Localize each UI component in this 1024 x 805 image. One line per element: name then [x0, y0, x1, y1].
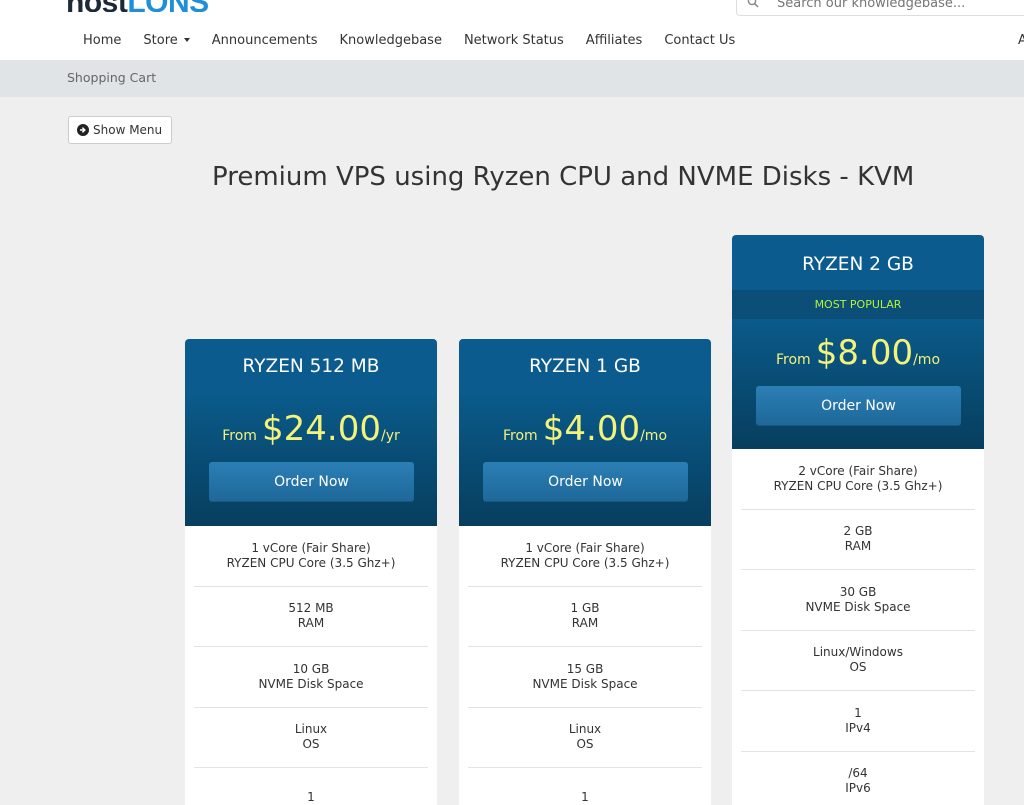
breadcrumb-bar: Shopping Cart — [0, 60, 1024, 97]
feature-disk: 15 GB NVME Disk Space — [468, 647, 702, 708]
show-menu-button[interactable]: Show Menu — [68, 116, 172, 144]
feature-cpu: 2 vCore (Fair Share) RYZEN CPU Core (3.5 … — [741, 449, 975, 510]
page-title: Premium VPS using Ryzen CPU and NVME Dis… — [212, 162, 915, 192]
caret-down-icon — [183, 37, 190, 42]
feature-ram: 512 MB RAM — [194, 587, 428, 647]
feature-ipv4: 1 — [468, 768, 702, 805]
feature-ram: 2 GB RAM — [741, 510, 975, 570]
knowledgebase-search[interactable] — [736, 0, 1024, 16]
plan-features: 1 vCore (Fair Share) RYZEN CPU Core (3.5 … — [185, 526, 437, 805]
plan-price: From $24.00/yr — [222, 409, 400, 449]
plan-price-block: From $24.00/yr Order Now — [185, 395, 437, 526]
plan-features: 1 vCore (Fair Share) RYZEN CPU Core (3.5 … — [459, 526, 711, 805]
plan-price-block: From $8.00/mo Order Now — [732, 319, 984, 449]
feature-cpu: 1 vCore (Fair Share) RYZEN CPU Core (3.5 … — [194, 526, 428, 587]
site-logo[interactable]: hostLONS — [66, 0, 209, 12]
nav-announcements[interactable]: Announcements — [201, 31, 329, 51]
search-icon — [747, 0, 759, 8]
plan-price: From $8.00/mo — [775, 333, 941, 373]
plan-card-ryzen-1gb: RYZEN 1 GB From $4.00/mo Order Now 1 vCo… — [459, 339, 711, 805]
plan-card-ryzen-512mb: RYZEN 512 MB From $24.00/yr Order Now 1 … — [185, 339, 437, 805]
nav-account-partial[interactable]: A — [1018, 31, 1024, 51]
arrow-circle-right-icon — [77, 124, 89, 136]
site-header: hostLONS Home Store Announcements Knowle… — [0, 0, 1024, 60]
nav-contact-us[interactable]: Contact Us — [653, 31, 746, 51]
nav-knowledgebase[interactable]: Knowledgebase — [329, 31, 453, 51]
plan-name: RYZEN 512 MB — [185, 339, 437, 395]
plan-features: 2 vCore (Fair Share) RYZEN CPU Core (3.5 … — [732, 449, 984, 805]
feature-ram: 1 GB RAM — [468, 587, 702, 647]
feature-ipv4: 1 IPv4 — [741, 691, 975, 752]
feature-ipv6: /64 IPv6 — [741, 752, 975, 805]
feature-os: Linux/Windows OS — [741, 631, 975, 691]
order-now-button[interactable]: Order Now — [483, 462, 688, 502]
order-now-button[interactable]: Order Now — [209, 462, 414, 502]
feature-ipv4: 1 — [194, 768, 428, 805]
main-nav: Home Store Announcements Knowledgebase N… — [72, 31, 746, 51]
nav-store-label: Store — [143, 33, 178, 48]
plan-name: RYZEN 1 GB — [459, 339, 711, 395]
plan-name: RYZEN 2 GB — [732, 235, 984, 290]
nav-affiliates[interactable]: Affiliates — [575, 31, 654, 51]
plan-price: From $4.00/mo — [502, 409, 668, 449]
search-input[interactable] — [777, 0, 1024, 15]
nav-home[interactable]: Home — [72, 31, 132, 51]
plan-price-block: From $4.00/mo Order Now — [459, 395, 711, 526]
plan-card-ryzen-2gb: RYZEN 2 GB MOST POPULAR From $8.00/mo Or… — [732, 235, 984, 805]
feature-disk: 10 GB NVME Disk Space — [194, 647, 428, 708]
most-popular-badge: MOST POPULAR — [732, 290, 984, 319]
feature-os: Linux OS — [194, 708, 428, 768]
show-menu-label: Show Menu — [93, 123, 163, 137]
feature-disk: 30 GB NVME Disk Space — [741, 570, 975, 631]
breadcrumb: Shopping Cart — [67, 70, 157, 85]
nav-store[interactable]: Store — [132, 31, 200, 51]
order-now-button[interactable]: Order Now — [756, 386, 961, 426]
feature-cpu: 1 vCore (Fair Share) RYZEN CPU Core (3.5 … — [468, 526, 702, 587]
nav-network-status[interactable]: Network Status — [453, 31, 575, 51]
feature-os: Linux OS — [468, 708, 702, 768]
